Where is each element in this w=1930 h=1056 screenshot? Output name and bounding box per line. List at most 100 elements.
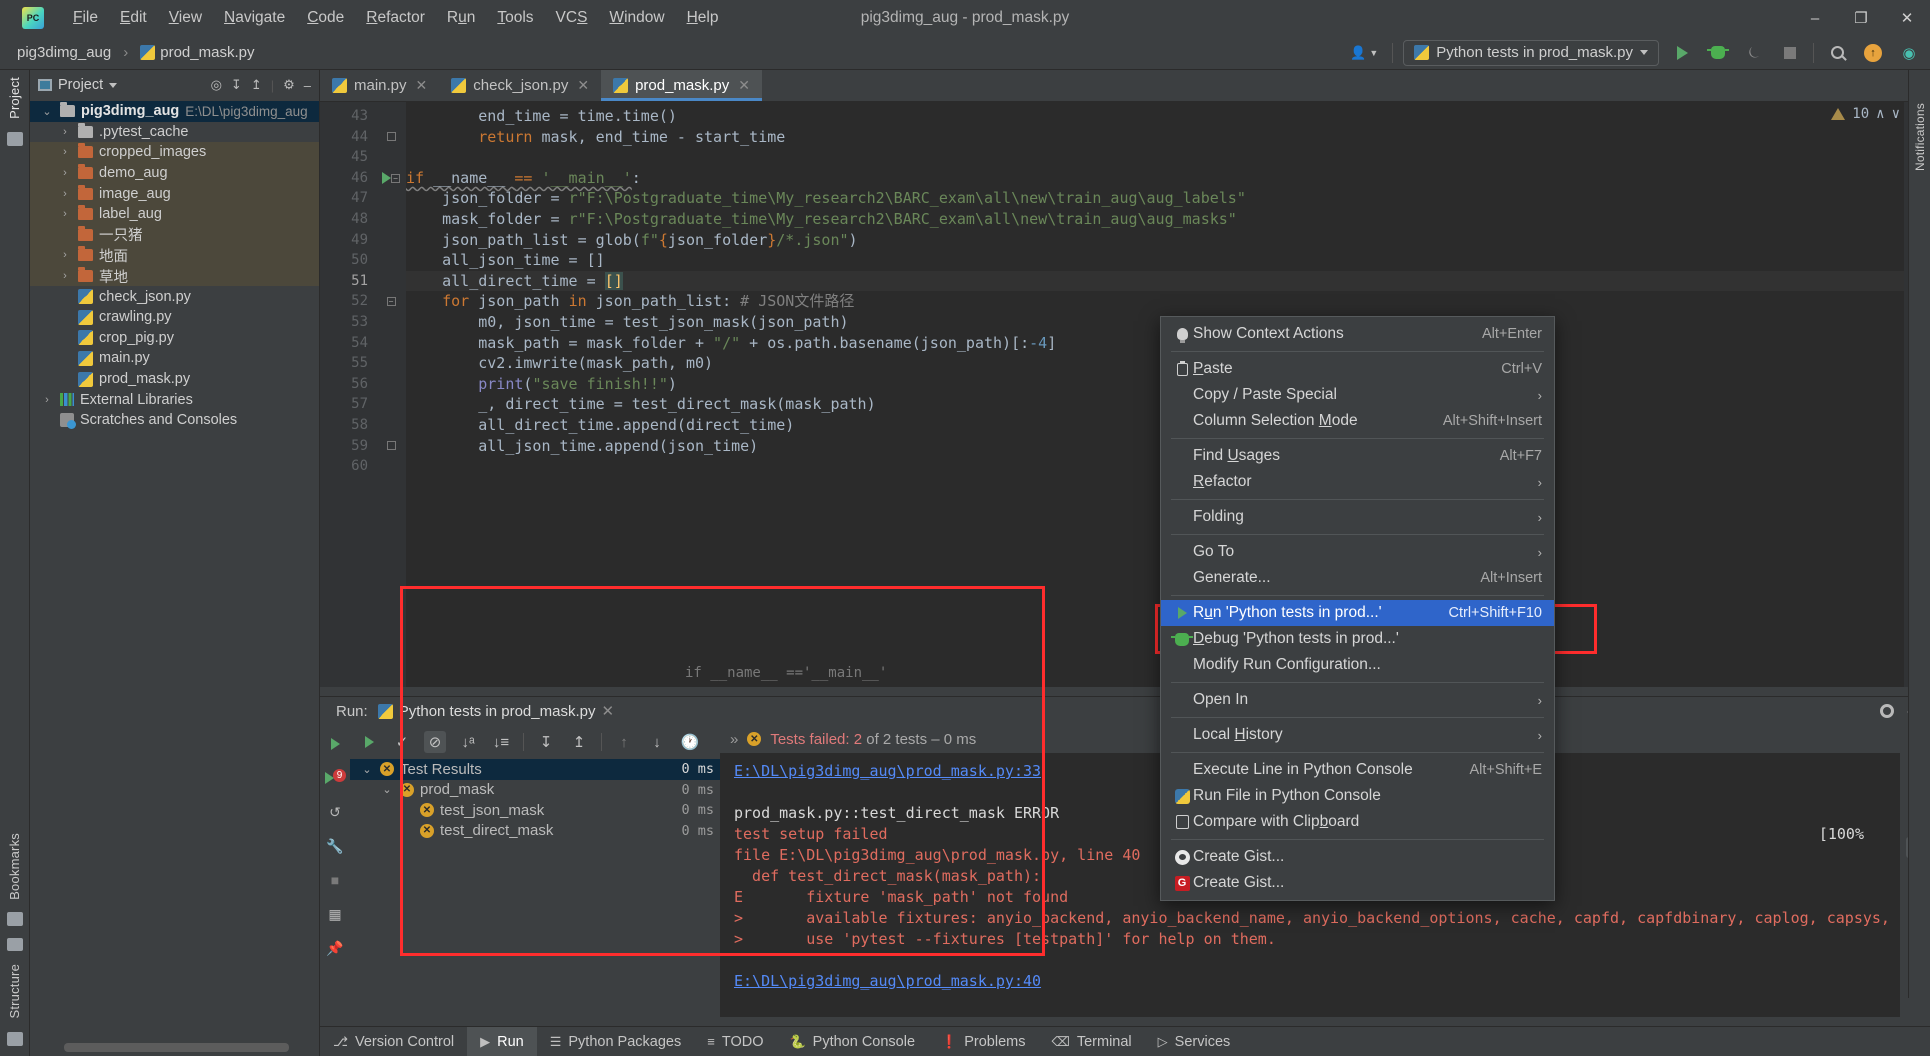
code-fold-icon[interactable] <box>386 441 396 451</box>
tree-item-main-py[interactable]: main.py <box>30 348 319 369</box>
tree-item--[interactable]: › 草地 <box>30 265 319 287</box>
gutter-marker[interactable] <box>376 230 406 251</box>
console-file-link[interactable]: E:\DL\pig3dimg_aug\prod_mask.py:40 <box>734 971 1900 992</box>
code-line[interactable]: cv2.imwrite(mask_path, m0) <box>406 353 1904 374</box>
expand-chevrons-icon[interactable]: » <box>730 731 738 748</box>
menu-run[interactable]: Run <box>436 5 486 31</box>
editor-context-menu[interactable]: Show Context Actions Alt+Enter Paste Ctrl+V… <box>1160 316 1555 901</box>
code-line[interactable] <box>406 456 1904 477</box>
breadcrumb-project[interactable]: pig3dimg_aug <box>14 42 114 63</box>
menu-item-run-python-tests-in-prod[interactable]: Run 'Python tests in prod...' Ctrl+Shift+… <box>1161 600 1554 626</box>
editor-tab-check_json-py[interactable]: check_json.py ✕ <box>439 70 601 101</box>
gear-icon[interactable] <box>1879 704 1894 718</box>
disclosure-triangle-icon[interactable]: › <box>58 126 72 138</box>
tree-item-check-json-py[interactable]: check_json.py <box>30 286 319 307</box>
menu-edit[interactable]: Edit <box>109 5 158 31</box>
maximize-button[interactable]: ❐ <box>1838 0 1884 36</box>
gutter-marker[interactable] <box>376 394 406 415</box>
file-link[interactable]: E:\DL\pig3dimg_aug\prod_mask.py:33 <box>734 762 1041 780</box>
menu-item-column-selection-mode[interactable]: Column Selection Mode Alt+Shift+Insert <box>1161 408 1554 434</box>
disclosure-triangle-icon[interactable]: ⌄ <box>360 763 374 776</box>
sidebar-item-bookmarks[interactable]: Bookmarks <box>7 826 22 907</box>
run-icon[interactable] <box>326 735 344 753</box>
rerun-failed-icon[interactable]: 9 <box>325 769 346 787</box>
show-ignored-icon[interactable]: ⊘ <box>424 731 446 753</box>
gutter-marker[interactable] <box>376 188 406 209</box>
menu-item-go-to[interactable]: Go To › <box>1161 539 1554 565</box>
bookmarks-grid-icon[interactable] <box>6 912 23 927</box>
gutter-marker[interactable] <box>376 436 406 457</box>
menu-item-show-context-actions[interactable]: Show Context Actions Alt+Enter <box>1161 321 1554 347</box>
menu-item-paste[interactable]: Paste Ctrl+V <box>1161 356 1554 382</box>
code-line[interactable] <box>406 147 1904 168</box>
menu-item-open-in[interactable]: Open In › <box>1161 687 1554 713</box>
run-configuration-selector[interactable]: Python tests in prod_mask.py <box>1403 39 1659 66</box>
code-editor[interactable]: 43 44 45 46 47 48 49 50 51 52 53 54 55 56 57 58 59 60 − − … <box>320 102 1930 687</box>
history-icon[interactable]: 🕐 <box>679 731 701 753</box>
stop-button[interactable] <box>1777 40 1803 66</box>
menu-item-create-gist[interactable]: G Create Gist... <box>1161 870 1554 896</box>
tree-item-cropped-images[interactable]: › cropped_images <box>30 142 319 163</box>
tree-item-label-aug[interactable]: › label_aug <box>30 203 319 225</box>
gutter-marker[interactable] <box>376 312 406 333</box>
menu-item-refactor[interactable]: Refactor › <box>1161 469 1554 495</box>
code-line[interactable]: for json_path in json_path_list: # JSON文… <box>406 291 1904 312</box>
minimize-button[interactable]: – <box>1792 0 1838 36</box>
menu-item-copy-paste-special[interactable]: Copy / Paste Special › <box>1161 382 1554 408</box>
gutter-marker[interactable] <box>376 353 406 374</box>
gutter-marker[interactable] <box>376 106 406 127</box>
disclosure-triangle-icon[interactable]: ⌄ <box>40 105 54 118</box>
menu-item-execute-line-in-python-console[interactable]: Execute Line in Python Console Alt+Shift+… <box>1161 757 1554 783</box>
menu-view[interactable]: View <box>158 5 213 31</box>
gutter-marker[interactable] <box>376 271 406 292</box>
gutter-marker[interactable]: − <box>376 291 406 312</box>
menu-item-debug-python-tests-in-prod[interactable]: Debug 'Python tests in prod...' <box>1161 626 1554 652</box>
editor-markers-gutter[interactable]: − − <box>376 102 406 687</box>
run-with-coverage-button[interactable]: ⏾ <box>1741 40 1767 66</box>
disclosure-triangle-icon[interactable]: › <box>58 270 72 282</box>
code-line[interactable]: all_direct_time = [] <box>406 270 1904 292</box>
tool-window-button-todo[interactable]: ≡ TODO <box>694 1027 776 1056</box>
editor-horizontal-scrollbar[interactable] <box>320 687 1930 696</box>
project-panel-title[interactable]: Project <box>38 77 118 93</box>
tool-window-button-python-console[interactable]: 🐍 Python Console <box>776 1027 928 1056</box>
breadcrumb-file[interactable]: prod_mask.py <box>137 42 257 63</box>
project-tree[interactable]: ⌄ pig3dimg_aug E:\DL\pig3dimg_aug › .pytest_… <box>30 100 319 1039</box>
gutter-marker[interactable] <box>376 127 406 148</box>
menu-code[interactable]: Code <box>296 5 355 31</box>
editor-tab-main-py[interactable]: main.py ✕ <box>320 70 439 101</box>
test-tree-row[interactable]: ✕ test_json_mask 0 ms <box>350 800 720 821</box>
code-line[interactable]: all_json_time = [] <box>406 250 1904 271</box>
tool-window-button-problems[interactable]: ❗ Problems <box>928 1027 1038 1056</box>
settings-wrench-icon[interactable]: 🔧 <box>326 837 344 855</box>
test-tree-row[interactable]: ⌄ ✕ Test Results 0 ms <box>350 759 720 780</box>
menu-help[interactable]: Help <box>676 5 730 31</box>
code-line[interactable]: json_path_list = glob(f"{json_folder}/*.… <box>406 230 1904 251</box>
menu-item-compare-with-clipboard[interactable]: Compare with Clipboard <box>1161 809 1554 835</box>
sort-by-duration-icon[interactable]: ↓≡ <box>490 731 512 753</box>
tree-item--pytest-cache[interactable]: › .pytest_cache <box>30 122 319 143</box>
close-icon[interactable]: ✕ <box>577 77 589 94</box>
prev-failed-test-icon[interactable]: ↑ <box>613 731 635 753</box>
tool-window-button-run[interactable]: ▶ Run <box>467 1026 537 1056</box>
stop-icon[interactable]: ■ <box>326 871 344 889</box>
menu-item-folding[interactable]: Folding › <box>1161 504 1554 530</box>
tool-window-button-python-packages[interactable]: ☰ Python Packages <box>537 1027 695 1056</box>
project-horizontal-scrollbar[interactable] <box>64 1043 289 1052</box>
tool-window-button-terminal[interactable]: ⌫ Terminal <box>1038 1027 1144 1056</box>
collapse-all-icon[interactable]: ↥ <box>251 77 262 93</box>
sidebar-item-project[interactable]: Project <box>7 70 22 126</box>
code-line[interactable]: end_time = time.time() <box>406 106 1904 127</box>
disclosure-triangle-icon[interactable]: › <box>40 394 54 406</box>
code-line[interactable]: all_direct_time.append(direct_time) <box>406 415 1904 436</box>
menu-item-find-usages[interactable]: Find Usages Alt+F7 <box>1161 443 1554 469</box>
gutter-marker[interactable]: − <box>376 168 406 189</box>
toggle-auto-test-icon[interactable]: ↺ <box>326 803 344 821</box>
menu-window[interactable]: Window <box>598 5 675 31</box>
menu-tools[interactable]: Tools <box>486 5 544 31</box>
editor-tab-prod_mask-py[interactable]: prod_mask.py ✕ <box>601 70 763 101</box>
expand-all-icon[interactable]: ↧ <box>231 77 242 93</box>
tree-item-demo-aug[interactable]: › demo_aug <box>30 162 319 184</box>
prev-problem-icon[interactable]: ∧ <box>1876 106 1884 122</box>
menu-item-run-file-in-python-console[interactable]: Run File in Python Console <box>1161 783 1554 809</box>
